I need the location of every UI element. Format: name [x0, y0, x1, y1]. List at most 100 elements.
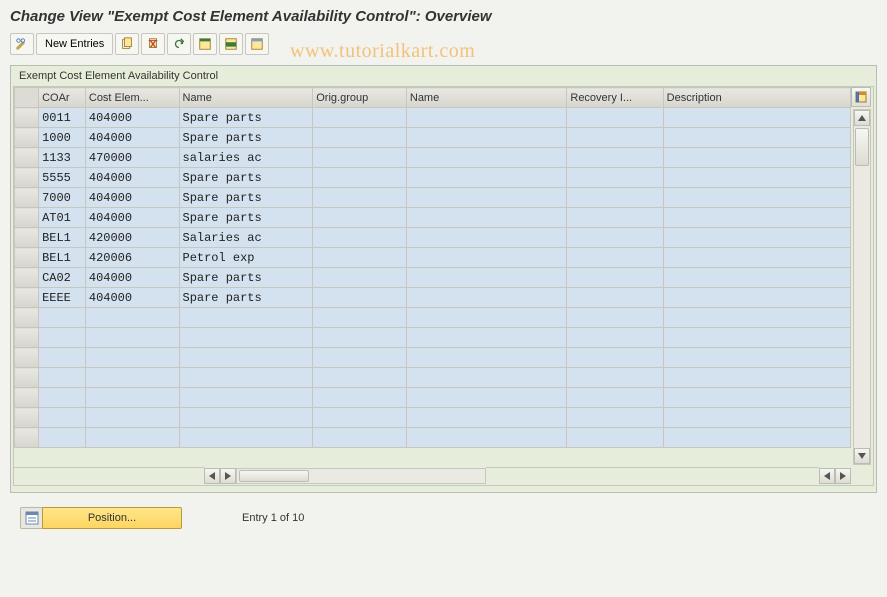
- cell-name2[interactable]: [406, 308, 567, 328]
- cell-name2[interactable]: [406, 408, 567, 428]
- cell-name[interactable]: [179, 428, 313, 448]
- cell-cost_elem[interactable]: 404000: [85, 168, 179, 188]
- cell-name[interactable]: Spare parts: [179, 208, 313, 228]
- scroll-left-end-button[interactable]: [819, 468, 835, 484]
- cell-name2[interactable]: [406, 148, 567, 168]
- cell-cost_elem[interactable]: [85, 308, 179, 328]
- cell-cost_elem[interactable]: [85, 328, 179, 348]
- cell-recovery[interactable]: [567, 288, 663, 308]
- row-selector[interactable]: [15, 308, 39, 328]
- scroll-down-button[interactable]: [854, 448, 870, 464]
- hscroll-thumb[interactable]: [239, 470, 309, 482]
- cell-coar[interactable]: [39, 428, 86, 448]
- cell-recovery[interactable]: [567, 248, 663, 268]
- cell-coar[interactable]: [39, 308, 86, 328]
- cell-description[interactable]: [663, 108, 850, 128]
- row-selector[interactable]: [15, 188, 39, 208]
- row-selector[interactable]: [15, 328, 39, 348]
- column-header-name2[interactable]: Name: [406, 88, 567, 108]
- vscroll-thumb[interactable]: [855, 128, 869, 166]
- cell-name2[interactable]: [406, 428, 567, 448]
- column-header-name[interactable]: Name: [179, 88, 313, 108]
- cell-coar[interactable]: EEEE: [39, 288, 86, 308]
- cell-orig_group[interactable]: [313, 248, 407, 268]
- cell-orig_group[interactable]: [313, 408, 407, 428]
- cell-name2[interactable]: [406, 188, 567, 208]
- scroll-right-button[interactable]: [835, 468, 851, 484]
- position-button[interactable]: Position...: [20, 507, 182, 529]
- cell-coar[interactable]: BEL1: [39, 248, 86, 268]
- undo-change-button[interactable]: [167, 33, 191, 55]
- row-selector[interactable]: [15, 248, 39, 268]
- cell-description[interactable]: [663, 168, 850, 188]
- column-header-orig-group[interactable]: Orig.group: [313, 88, 407, 108]
- cell-recovery[interactable]: [567, 228, 663, 248]
- select-block-button[interactable]: [219, 33, 243, 55]
- row-selector[interactable]: [15, 408, 39, 428]
- cell-description[interactable]: [663, 288, 850, 308]
- hscroll-track[interactable]: [236, 468, 486, 484]
- cell-orig_group[interactable]: [313, 188, 407, 208]
- cell-cost_elem[interactable]: [85, 388, 179, 408]
- cell-coar[interactable]: CA02: [39, 268, 86, 288]
- cell-orig_group[interactable]: [313, 208, 407, 228]
- cell-name2[interactable]: [406, 208, 567, 228]
- cell-recovery[interactable]: [567, 268, 663, 288]
- toggle-display-change-button[interactable]: [10, 33, 34, 55]
- cell-name2[interactable]: [406, 168, 567, 188]
- delete-button[interactable]: [141, 33, 165, 55]
- cell-name2[interactable]: [406, 348, 567, 368]
- row-selector[interactable]: [15, 208, 39, 228]
- cell-name2[interactable]: [406, 128, 567, 148]
- row-selector[interactable]: [15, 388, 39, 408]
- cell-coar[interactable]: 0011: [39, 108, 86, 128]
- cell-coar[interactable]: BEL1: [39, 228, 86, 248]
- cell-orig_group[interactable]: [313, 348, 407, 368]
- cell-name[interactable]: salaries ac: [179, 148, 313, 168]
- cell-description[interactable]: [663, 268, 850, 288]
- cell-name2[interactable]: [406, 368, 567, 388]
- cell-coar[interactable]: 5555: [39, 168, 86, 188]
- cell-cost_elem[interactable]: 420000: [85, 228, 179, 248]
- cell-recovery[interactable]: [567, 428, 663, 448]
- cell-cost_elem[interactable]: 404000: [85, 128, 179, 148]
- cell-description[interactable]: [663, 408, 850, 428]
- row-selector[interactable]: [15, 288, 39, 308]
- cell-recovery[interactable]: [567, 168, 663, 188]
- cell-orig_group[interactable]: [313, 148, 407, 168]
- cell-description[interactable]: [663, 388, 850, 408]
- cell-orig_group[interactable]: [313, 228, 407, 248]
- column-header-recovery[interactable]: Recovery I...: [567, 88, 663, 108]
- column-header-coar[interactable]: COAr: [39, 88, 86, 108]
- cell-coar[interactable]: [39, 408, 86, 428]
- cell-recovery[interactable]: [567, 328, 663, 348]
- cell-name[interactable]: Petrol exp: [179, 248, 313, 268]
- copy-as-button[interactable]: [115, 33, 139, 55]
- cell-cost_elem[interactable]: 470000: [85, 148, 179, 168]
- cell-recovery[interactable]: [567, 348, 663, 368]
- cell-description[interactable]: [663, 188, 850, 208]
- cell-recovery[interactable]: [567, 108, 663, 128]
- cell-cost_elem[interactable]: 404000: [85, 108, 179, 128]
- cell-cost_elem[interactable]: 404000: [85, 288, 179, 308]
- scroll-right-step-button[interactable]: [220, 468, 236, 484]
- cell-recovery[interactable]: [567, 208, 663, 228]
- cell-name[interactable]: Spare parts: [179, 108, 313, 128]
- vertical-scrollbar[interactable]: [853, 109, 871, 465]
- row-selector[interactable]: [15, 168, 39, 188]
- cell-orig_group[interactable]: [313, 368, 407, 388]
- cell-orig_group[interactable]: [313, 388, 407, 408]
- row-selector[interactable]: [15, 108, 39, 128]
- new-entries-button[interactable]: New Entries: [36, 33, 113, 55]
- cell-coar[interactable]: AT01: [39, 208, 86, 228]
- cell-orig_group[interactable]: [313, 108, 407, 128]
- scroll-left-button[interactable]: [204, 468, 220, 484]
- cell-name[interactable]: Spare parts: [179, 288, 313, 308]
- cell-name[interactable]: Spare parts: [179, 188, 313, 208]
- cell-cost_elem[interactable]: [85, 368, 179, 388]
- cell-coar[interactable]: 7000: [39, 188, 86, 208]
- cell-description[interactable]: [663, 228, 850, 248]
- cell-orig_group[interactable]: [313, 328, 407, 348]
- cell-name2[interactable]: [406, 288, 567, 308]
- cell-name[interactable]: Salaries ac: [179, 228, 313, 248]
